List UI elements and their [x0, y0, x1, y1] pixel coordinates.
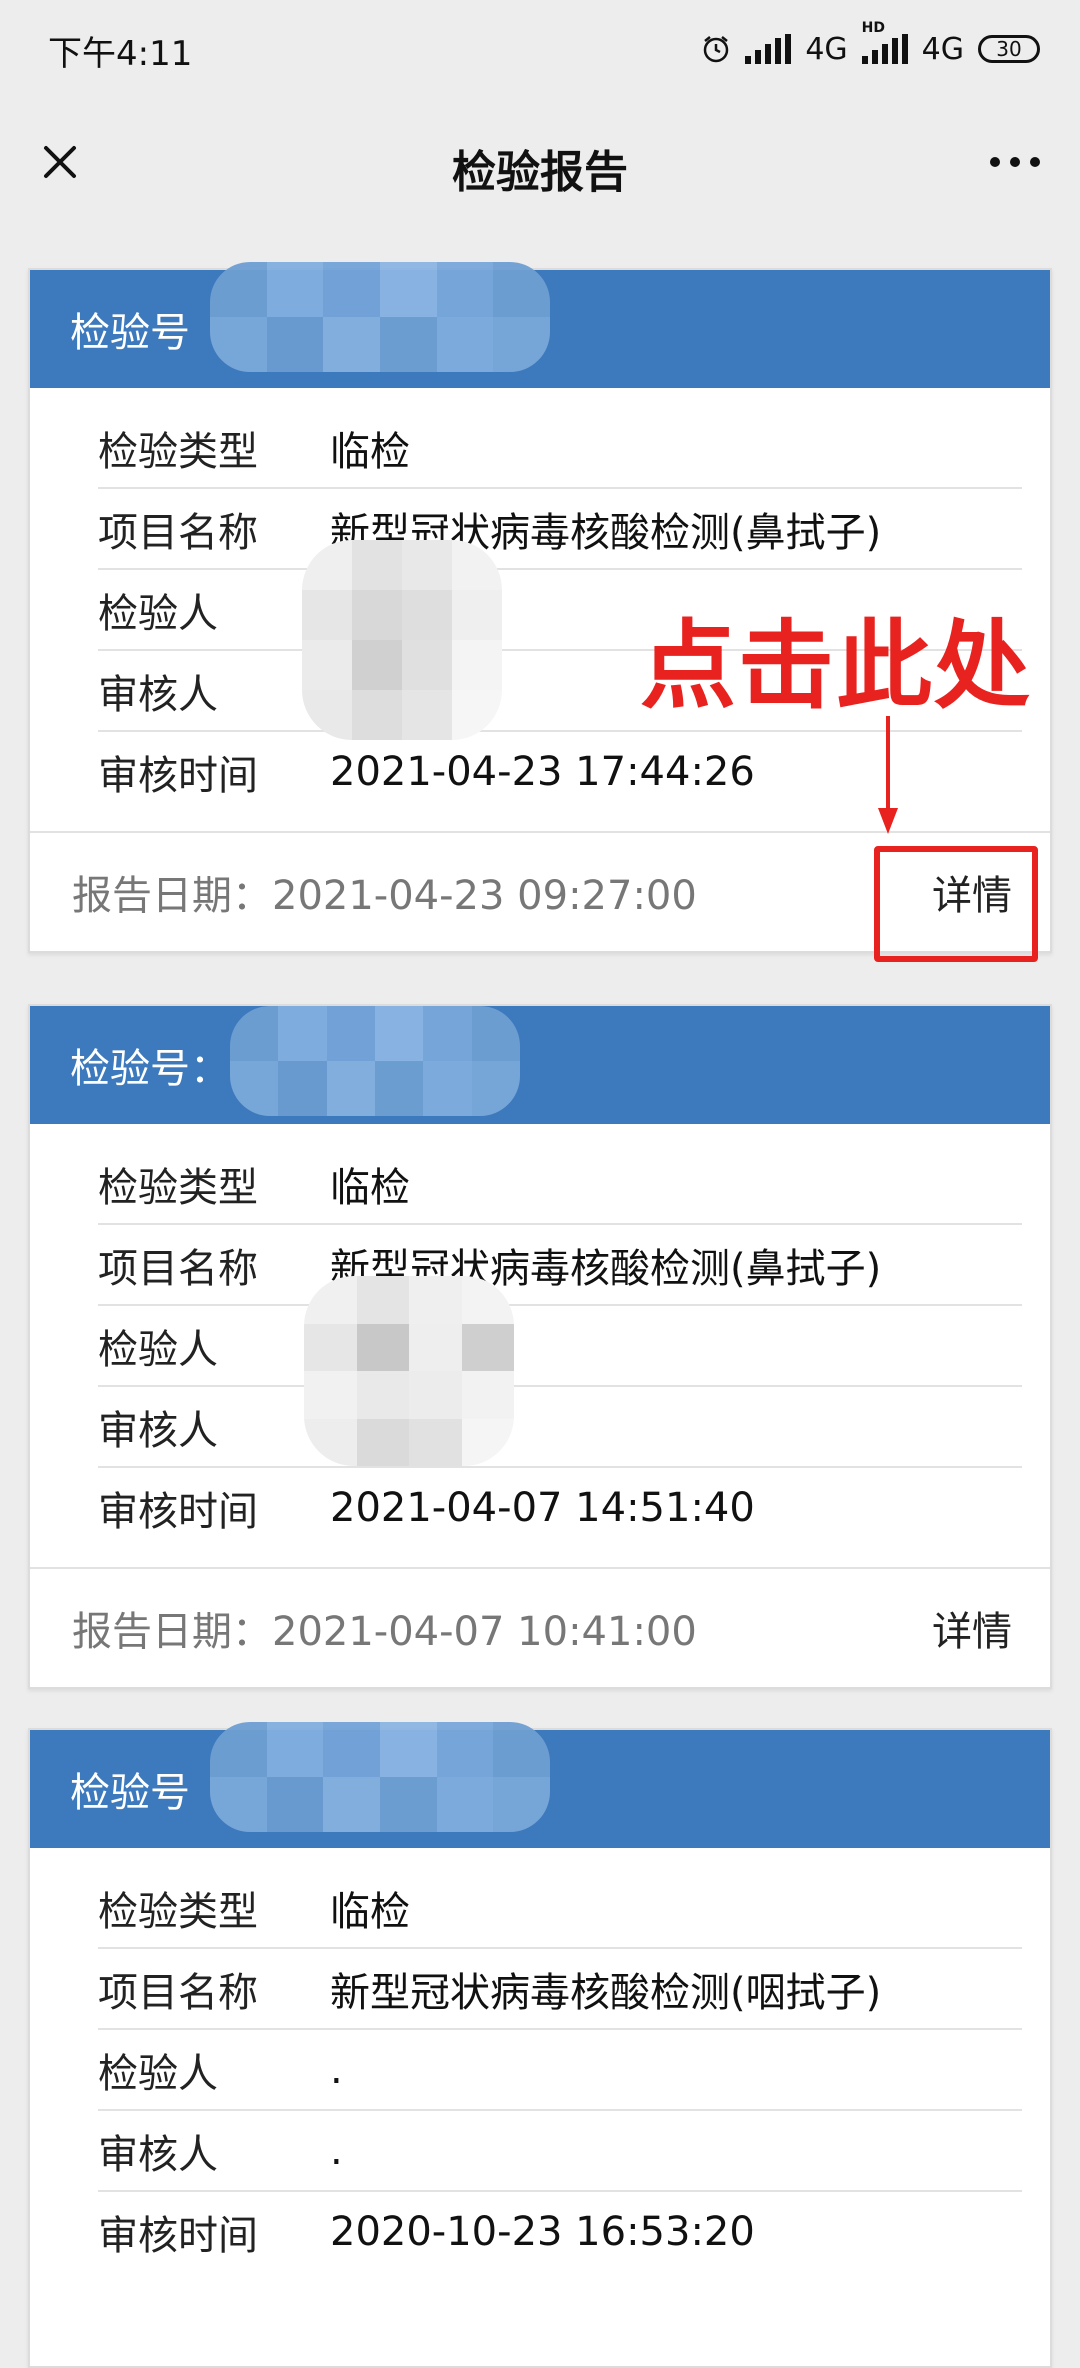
row-tester: 检验人. [98, 2030, 1022, 2111]
hd-label: HD [861, 20, 885, 36]
nav-bar: 检验报告 [0, 100, 1080, 226]
row-tester: 检验人 [98, 1306, 1022, 1387]
row-review-time: 审核时间 2020-10-23 16:53:20 [98, 2192, 1022, 2271]
row-label: 审核人 [98, 671, 218, 718]
row-label: 检验人 [98, 1326, 218, 1373]
signal-hd-icon: HD [861, 20, 908, 64]
row-label: 项目名称 [98, 1245, 258, 1292]
report-card: 检验号 检验类型 临检 项目名称 新型冠状病毒核酸检测(咽拭子) 检验人. 审核人.… [28, 1722, 1052, 2368]
card-body: 检验类型 临检 项目名称 新型冠状病毒核酸检测(鼻拭子) 检验人 审核人 审核时间 2… [30, 1124, 1050, 1567]
network-label-2: 4G [921, 31, 964, 67]
row-value: 2021-04-07 14:51:40 [330, 1484, 755, 1531]
row-test-type: 检验类型 临检 [98, 1868, 1022, 1949]
report-date: 报告日期：2021-04-23 09:27:00 [72, 873, 697, 919]
page-title: 检验报告 [452, 147, 628, 198]
test-number-label: 检验号 [70, 1770, 190, 1816]
more-icon[interactable] [980, 132, 1050, 192]
card-body: 检验类型 临检 项目名称 新型冠状病毒核酸检测(咽拭子) 检验人. 审核人. 审核时… [30, 1848, 1050, 2291]
status-bar: 下午4:11 4G HD 4G 30 [0, 0, 1080, 100]
detail-button[interactable]: 详情 [932, 1599, 1012, 1657]
card-footer: 报告日期：2021-04-07 10:41:00 详情 [30, 1567, 1050, 1687]
test-number-label: 检验号： [70, 1046, 230, 1092]
battery-icon: 30 [978, 35, 1040, 63]
row-item-name: 项目名称 新型冠状病毒核酸检测(鼻拭子) [98, 1225, 1022, 1306]
row-label: 检验人 [98, 2050, 218, 2097]
row-value: 临检 [330, 1888, 410, 1935]
row-test-type: 检验类型 临检 [98, 1144, 1022, 1225]
row-label: 检验类型 [98, 428, 258, 475]
row-value: 2021-04-23 17:44:26 [330, 748, 755, 795]
row-label: 审核人 [98, 1407, 218, 1454]
row-review-time: 审核时间 2021-04-07 14:51:40 [98, 1468, 1022, 1547]
row-item-name: 项目名称 新型冠状病毒核酸检测(咽拭子) [98, 1949, 1022, 2030]
status-icons: 4G HD 4G 30 [701, 20, 1040, 74]
row-label: 审核时间 [98, 752, 258, 799]
row-label: 项目名称 [98, 509, 258, 556]
row-label: 检验人 [98, 590, 218, 637]
network-label-1: 4G [805, 31, 848, 67]
redacted-test-number [210, 1722, 550, 1832]
report-date: 报告日期：2021-04-07 10:41:00 [72, 1609, 697, 1655]
redacted-test-number [230, 1006, 520, 1116]
row-value: . [330, 2127, 343, 2174]
redacted-names [304, 1276, 514, 1466]
redacted-names [302, 540, 502, 740]
row-label: 项目名称 [98, 1969, 258, 2016]
card-header: 检验号 [30, 1722, 1050, 1848]
row-value: 新型冠状病毒核酸检测(咽拭子) [330, 1969, 882, 2016]
report-card: 检验号： 检验类型 临检 项目名称 新型冠状病毒核酸检测(鼻拭子) 检验人 审核人 … [28, 1004, 1052, 1689]
row-label: 检验类型 [98, 1888, 258, 1935]
row-item-name: 项目名称 新型冠状病毒核酸检测(鼻拭子) [98, 489, 1022, 570]
signal-icon [745, 34, 792, 64]
row-test-type: 检验类型 临检 [98, 408, 1022, 489]
alarm-icon [704, 36, 729, 63]
annotation-click-here: 点击此处 [640, 610, 1032, 722]
row-reviewer: 审核人. [98, 2111, 1022, 2192]
row-label: 检验类型 [98, 1164, 258, 1211]
row-label: 审核时间 [98, 2212, 258, 2259]
row-value: 2020-10-23 16:53:20 [330, 2208, 755, 2255]
card-header: 检验号： [30, 1006, 1050, 1124]
row-value: 临检 [330, 1164, 410, 1211]
redacted-test-number [210, 262, 550, 372]
row-label: 审核时间 [98, 1488, 258, 1535]
row-reviewer: 审核人 [98, 1387, 1022, 1468]
arrow-down-icon [878, 716, 898, 834]
status-time: 下午4:11 [48, 34, 193, 74]
annotation-highlight-box [874, 846, 1038, 962]
row-value: 临检 [330, 428, 410, 475]
row-label: 审核人 [98, 2131, 218, 2178]
card-header: 检验号 [30, 262, 1050, 388]
test-number-label: 检验号 [70, 310, 190, 356]
row-value: . [330, 2046, 343, 2093]
